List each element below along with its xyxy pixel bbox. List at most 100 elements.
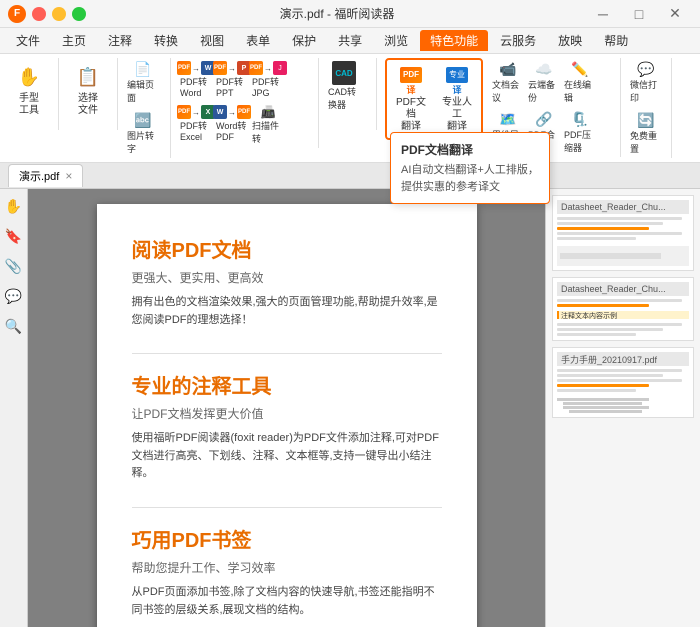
menu-convert[interactable]: 转换	[144, 30, 188, 51]
menu-cloud[interactable]: 云服务	[490, 30, 546, 51]
mindmap-icon: 🗺️	[499, 111, 516, 128]
thumb-line	[557, 299, 682, 302]
arrow-icon2: →	[228, 64, 236, 73]
doc-tab-close[interactable]: ×	[65, 169, 72, 183]
pdf-to-word-btn[interactable]: PDF → W PDF转Word	[179, 58, 213, 101]
thumb-line-highlight3	[557, 384, 649, 387]
reset-label: 免费重置	[630, 129, 662, 155]
sidebar-attachment-icon[interactable]: 📎	[3, 255, 25, 277]
pro-badge: 专业	[446, 67, 468, 83]
online-edit-btn[interactable]: ✏️ 在线编辑	[563, 58, 597, 107]
thumb-line	[557, 323, 682, 326]
hand-icon: ✋	[15, 63, 43, 91]
doc-tab-pdf[interactable]: 演示.pdf ×	[8, 164, 83, 187]
arrow-icon: →	[192, 64, 200, 73]
thumb-line	[557, 237, 636, 240]
thumb-line	[557, 217, 682, 220]
tool-group-basic: ✋ 手型工具	[8, 58, 59, 130]
win-close-btn[interactable]: ✕	[658, 0, 692, 28]
cloud-backup-btn[interactable]: ☁️ 云端备份	[527, 58, 561, 107]
pdf-word-label: PDF转Word	[180, 75, 212, 98]
edit-page-label: 编辑页面	[127, 78, 159, 104]
divider-1	[132, 353, 442, 354]
menu-protect[interactable]: 保护	[282, 30, 326, 51]
img-to-text-btn[interactable]: 🔤 图片转字	[126, 109, 160, 158]
select-file-btn[interactable]: 📋 选择文件	[67, 58, 109, 120]
menu-view[interactable]: 视图	[190, 30, 234, 51]
cad-convert-btn[interactable]: CAD CAD转换器	[327, 58, 361, 114]
scan-to-word-btn[interactable]: 📠 扫描件转	[251, 102, 285, 148]
section3-subtitle: 帮助您提升工作、学习效率	[132, 559, 442, 576]
tool-group-cad: CAD CAD转换器	[327, 58, 377, 130]
thumb-line	[557, 379, 682, 382]
pdf-icon3: PDF	[249, 61, 263, 75]
thumbnail-1[interactable]: Datasheet_Reader_Chu...	[552, 195, 694, 271]
merge-icon: 🔗	[535, 111, 552, 128]
outline-item	[569, 410, 642, 413]
window-minimize-btn[interactable]	[52, 7, 66, 21]
thumb2-header: Datasheet_Reader_Chu...	[557, 282, 689, 296]
section3-text: 从PDF页面添加书签,除了文档内容的快速导航,书签还能指明不同书签的层级关系,展…	[132, 584, 442, 619]
thumb-line	[557, 333, 636, 336]
hand-tool-btn[interactable]: ✋ 手型工具	[8, 58, 50, 120]
edit-page-btn[interactable]: 📄 编辑页面	[126, 58, 160, 107]
pdf-doc-translate-btn[interactable]: PDF 译 PDF文档翻译	[389, 62, 433, 136]
left-sidebar: ✋ 🔖 📎 💬 🔍	[0, 189, 28, 627]
win-minimize-btn[interactable]: ─	[586, 0, 620, 28]
word-pdf-icon-group: W → PDF	[213, 105, 251, 119]
outline-item	[557, 398, 649, 401]
sidebar-comment-icon[interactable]: 💬	[3, 285, 25, 307]
edit-page-icon: 📄	[134, 61, 151, 78]
compress-label: PDF压缩器	[564, 128, 596, 154]
pro-translate-btn[interactable]: 专业 译 专业人工翻译	[435, 62, 479, 136]
outline-item	[563, 406, 649, 409]
cloud-label: 云端备份	[528, 78, 560, 104]
thumb-line	[557, 374, 663, 377]
window-close-btn[interactable]	[32, 7, 46, 21]
menu-present[interactable]: 放映	[548, 30, 592, 51]
cad-label: CAD转换器	[328, 85, 360, 111]
window-maximize-btn[interactable]	[72, 7, 86, 21]
arrow-icon3: →	[264, 64, 272, 73]
thumb-line-highlight	[557, 227, 649, 230]
pdf-section-3: 巧用PDF书签 帮助您提升工作、学习效率 从PDF页面添加书签,除了文档内容的快…	[132, 524, 442, 619]
word-to-pdf-btn[interactable]: W → PDF Word转PDF	[215, 102, 249, 148]
win-maximize-btn[interactable]: □	[622, 0, 656, 28]
menu-home[interactable]: 主页	[52, 30, 96, 51]
app-icon: F	[8, 5, 26, 23]
menu-comment[interactable]: 注释	[98, 30, 142, 51]
menu-form[interactable]: 表单	[236, 30, 280, 51]
section1-title: 阅读PDF文档	[132, 234, 442, 263]
doc-meeting-btn[interactable]: 📹 文档会议	[491, 58, 525, 107]
pdf-translate-icon: PDF 译	[397, 67, 425, 95]
free-reset-btn[interactable]: 🔄 免费重置	[629, 109, 663, 158]
tool-group-select: 📋 选择文件	[67, 58, 118, 130]
thumbnail-3[interactable]: 手力手册_20210917.pdf	[552, 347, 694, 418]
section2-title: 专业的注释工具	[132, 370, 442, 399]
pdf-to-ppt-btn[interactable]: PDF → P PDF转PPT	[215, 58, 249, 101]
sidebar-bookmark-icon[interactable]: 🔖	[3, 225, 25, 247]
pdf-compress-btn[interactable]: 🗜️ PDF压缩器	[563, 108, 597, 157]
tool-group-extra: 💬 微信打印 🔄 免费重置	[629, 58, 672, 158]
pdf-ppt-icon-group: PDF → P	[213, 61, 251, 75]
section1-text: 拥有出色的文档渲染效果,强大的页面管理功能,帮助提升效率,是您阅读PDF的理想选…	[132, 294, 442, 329]
thumbnail-2[interactable]: Datasheet_Reader_Chu... 注释文本内容示例	[552, 277, 694, 341]
sidebar-search-icon[interactable]: 🔍	[3, 315, 25, 337]
sidebar-hand-icon[interactable]: ✋	[3, 195, 25, 217]
wechat-print-btn[interactable]: 💬 微信打印	[629, 58, 663, 107]
pdf-translate-label: PDF文档翻译	[392, 97, 430, 133]
pdf-to-excel-btn[interactable]: PDF → X PDF转Excel	[179, 102, 213, 148]
menu-special[interactable]: 特色功能	[420, 30, 488, 51]
tooltip-desc: AI自动文档翻译+人工排版，提供实惠的参考译文	[401, 162, 539, 195]
select-label: 选择文件	[78, 93, 98, 117]
menu-file[interactable]: 文件	[6, 30, 50, 51]
edit-icon: ✏️	[571, 61, 588, 78]
window-controls: ─ □ ✕	[586, 0, 692, 28]
tool-group-edit: 📄 编辑页面 🔤 图片转字	[126, 58, 171, 158]
menu-bar: 文件 主页 注释 转换 视图 表单 保护 共享 浏览 特色功能 云服务 放映 帮…	[0, 28, 700, 54]
menu-browse[interactable]: 浏览	[374, 30, 418, 51]
meeting-icon: 📹	[499, 61, 516, 78]
menu-share[interactable]: 共享	[328, 30, 372, 51]
pdf-to-jpg-btn[interactable]: PDF → J PDF转JPG	[251, 58, 285, 101]
menu-help[interactable]: 帮助	[594, 30, 638, 51]
